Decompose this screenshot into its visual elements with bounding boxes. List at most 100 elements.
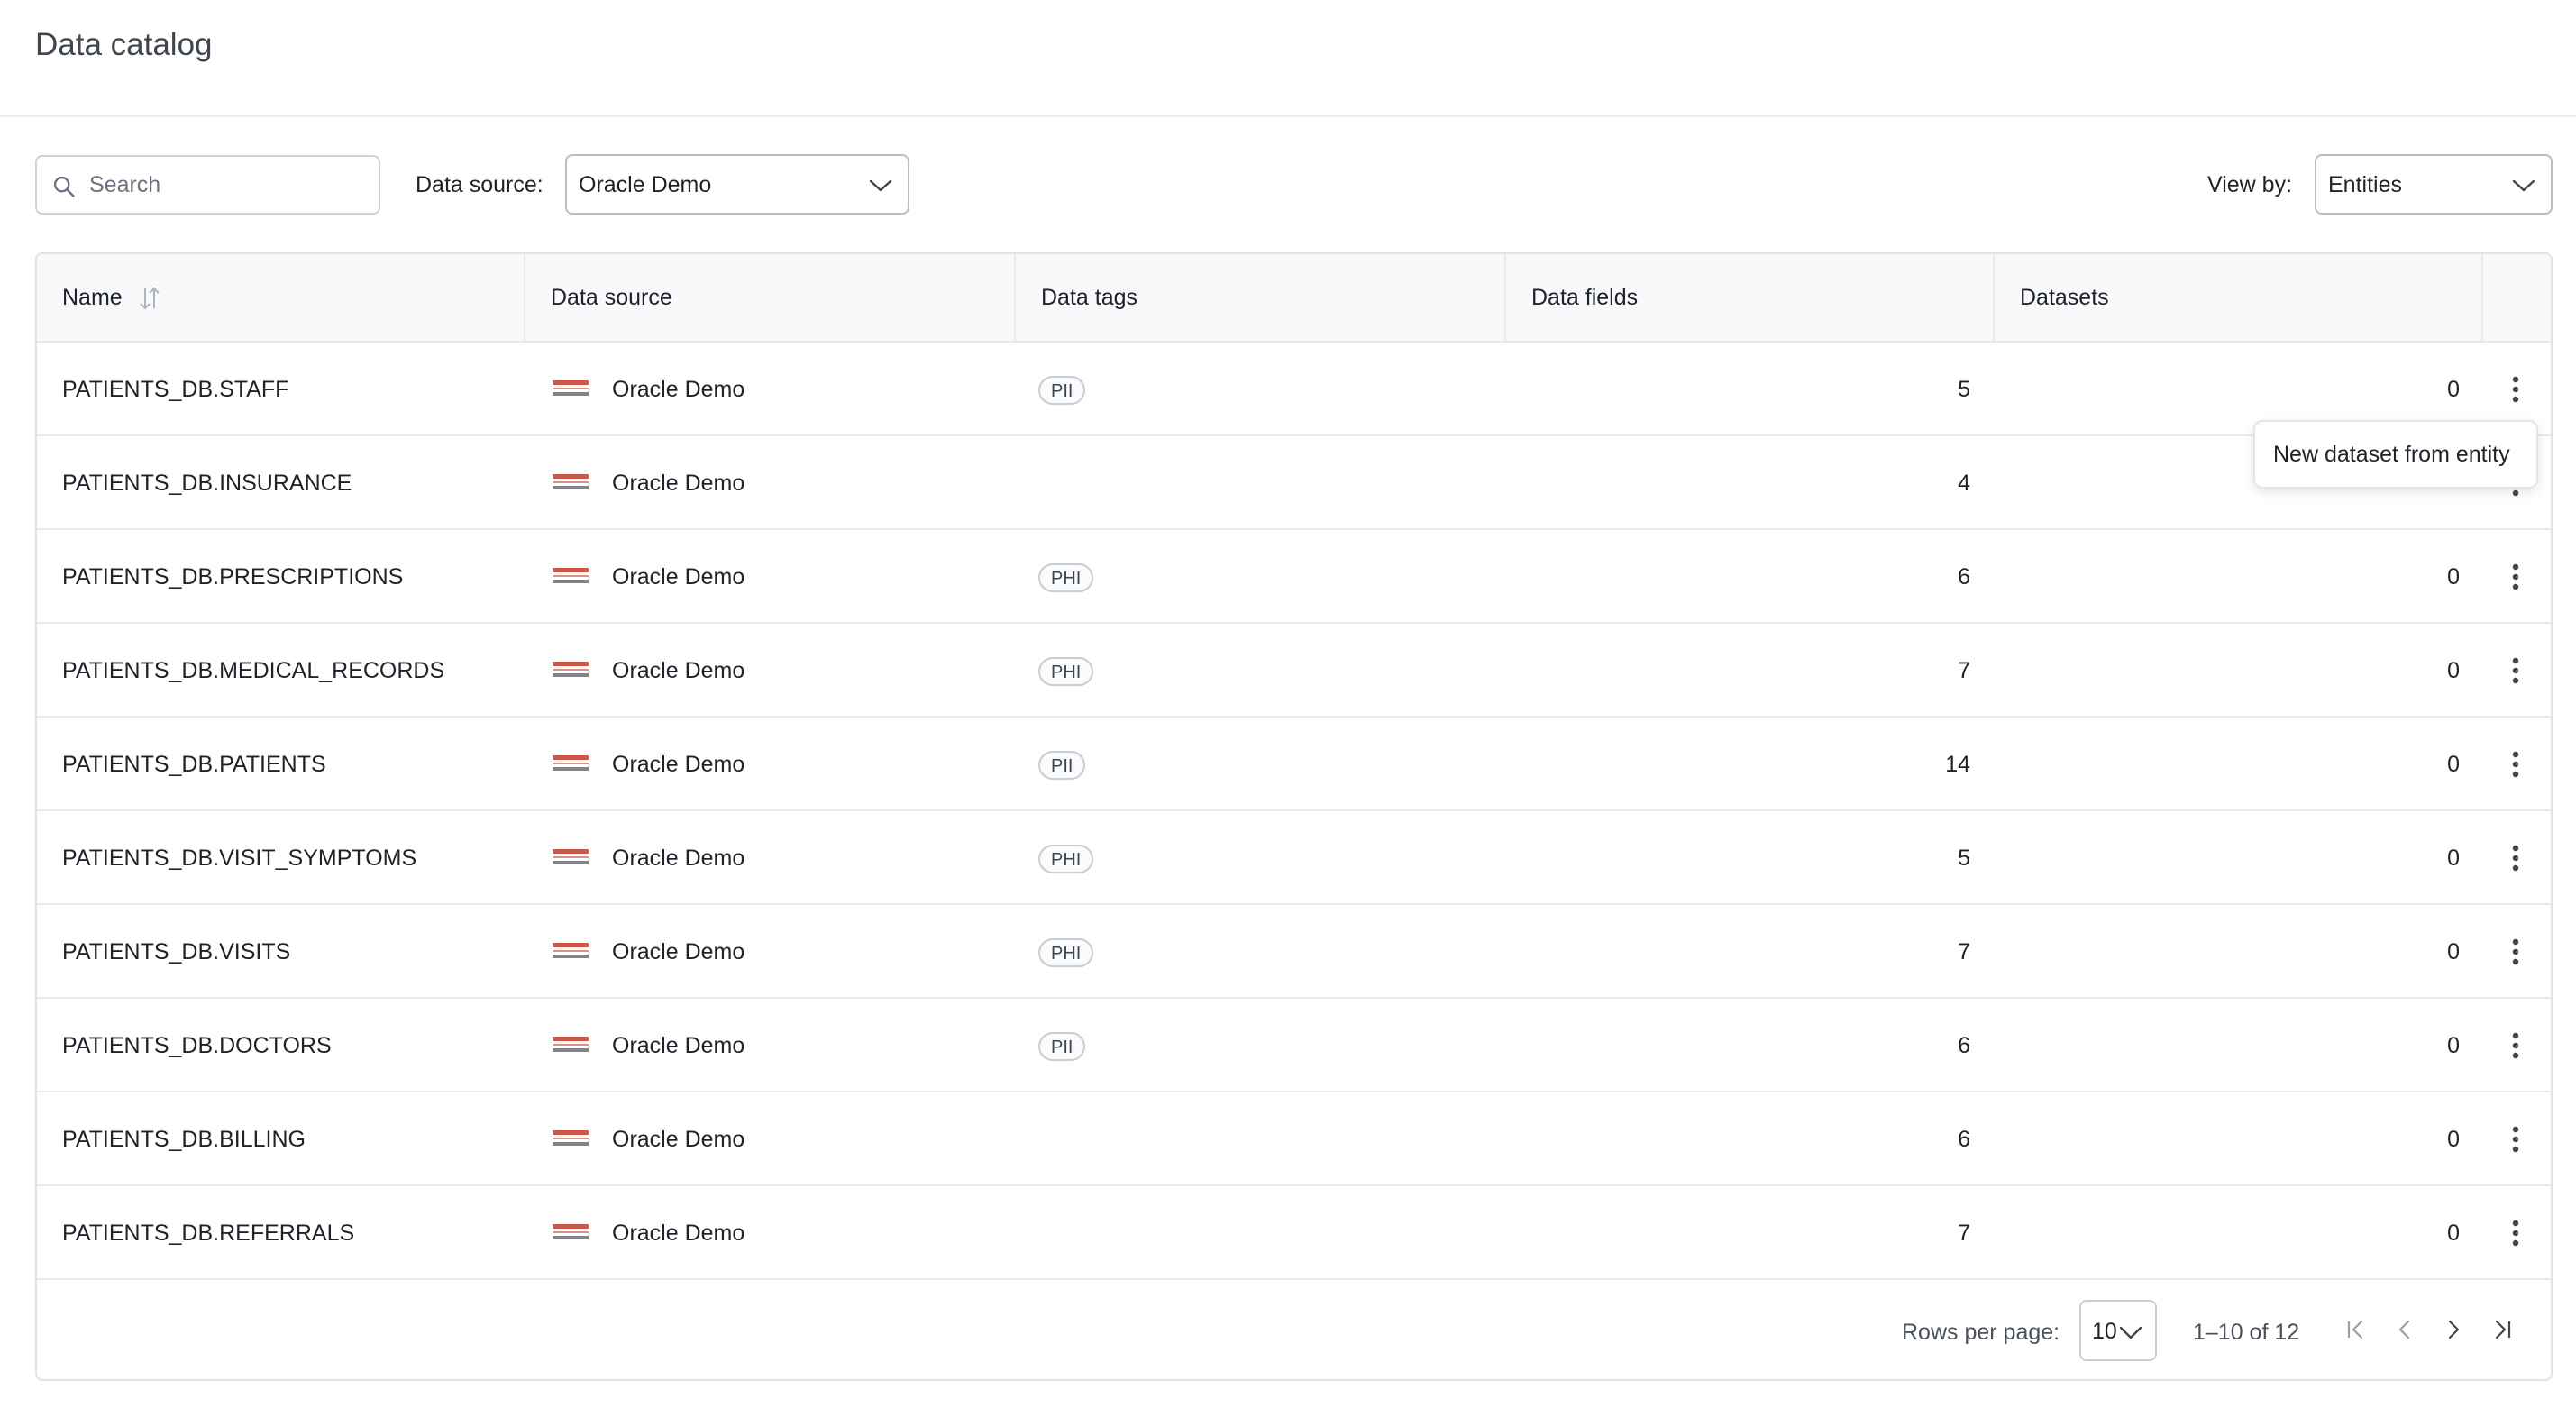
oracle-database-logo — [553, 568, 589, 583]
data-table: Name Data source Data tags Data fields D… — [35, 252, 2553, 1381]
data-fields-count: 5 — [1958, 846, 1970, 871]
data-source-select[interactable]: Oracle Demo — [565, 154, 909, 215]
entity-name[interactable]: PATIENTS_DB.REFERRALS — [62, 1186, 354, 1280]
datasets-count: 0 — [2447, 1033, 2460, 1058]
entity-name[interactable]: PATIENTS_DB.BILLING — [62, 1092, 306, 1186]
oracle-database-logo — [553, 1037, 589, 1052]
prev-page-icon[interactable] — [2389, 1314, 2420, 1345]
data-source-name: Oracle Demo — [612, 471, 745, 496]
datasets-count: 0 — [2447, 658, 2460, 683]
next-page-icon[interactable] — [2438, 1314, 2469, 1345]
datasets-count: 0 — [2447, 1220, 2460, 1246]
datasets-count: 0 — [2447, 1127, 2460, 1152]
data-tag-badge: PII — [1038, 1032, 1086, 1062]
entity-name[interactable]: PATIENTS_DB.INSURANCE — [62, 436, 352, 530]
more-vertical-icon[interactable] — [2499, 1123, 2532, 1156]
table-row[interactable]: PATIENTS_DB.REFERRALS Oracle Demo 7 0 — [37, 1186, 2551, 1280]
data-fields-count: 6 — [1958, 1127, 1970, 1152]
data-tags-cell: PII — [1038, 999, 1086, 1092]
more-vertical-icon[interactable] — [2499, 1217, 2532, 1249]
chevron-down-icon — [869, 179, 892, 192]
oracle-database-logo — [553, 1224, 589, 1239]
last-page-icon[interactable] — [2487, 1314, 2517, 1345]
oracle-database-logo — [553, 849, 589, 864]
pagination-range: 1–10 of 12 — [2193, 1320, 2300, 1345]
data-fields-count: 7 — [1958, 1220, 1970, 1246]
entity-name[interactable]: PATIENTS_DB.VISIT_SYMPTOMS — [62, 811, 416, 905]
data-tags-cell: PHI — [1038, 530, 1094, 624]
data-tag-badge: PII — [1038, 376, 1086, 406]
view-by-value: Entities — [2328, 172, 2402, 197]
entity-name[interactable]: PATIENTS_DB.PATIENTS — [62, 718, 326, 811]
more-vertical-icon[interactable] — [2499, 1029, 2532, 1062]
data-tags-cell: PII — [1038, 718, 1086, 811]
table-row[interactable]: PATIENTS_DB.BILLING Oracle Demo 6 0 — [37, 1092, 2551, 1186]
rows-per-page-label: Rows per page: — [1902, 1320, 2060, 1345]
datasets-count: 0 — [2447, 752, 2460, 777]
more-vertical-icon[interactable] — [2499, 654, 2532, 687]
search-icon — [53, 176, 75, 197]
rows-per-page-select[interactable]: 10 — [2079, 1300, 2157, 1361]
data-fields-count: 5 — [1958, 377, 1970, 402]
table-row[interactable]: PATIENTS_DB.VISIT_SYMPTOMS Oracle Demo PHI… — [37, 811, 2551, 905]
oracle-database-logo — [553, 1130, 589, 1146]
data-source-name: Oracle Demo — [612, 377, 745, 402]
table-row[interactable]: PATIENTS_DB.MEDICAL_RECORDS Oracle Demo PH… — [37, 624, 2551, 718]
data-tags-cell: PHI — [1038, 811, 1094, 905]
first-page-icon[interactable] — [2341, 1314, 2371, 1345]
datasets-count: 0 — [2447, 564, 2460, 590]
entity-name[interactable]: PATIENTS_DB.VISITS — [62, 905, 290, 999]
column-header-actions — [2483, 254, 2551, 341]
data-source-name: Oracle Demo — [612, 1033, 745, 1058]
oracle-database-logo — [553, 474, 589, 489]
column-header-datasets: Datasets — [1995, 254, 2483, 341]
data-fields-count: 7 — [1958, 658, 1970, 683]
data-source-label: Data source: — [416, 172, 544, 197]
column-header-data-source: Data source — [525, 254, 1016, 341]
more-vertical-icon[interactable] — [2499, 748, 2532, 781]
data-source-name: Oracle Demo — [612, 658, 745, 683]
data-source-name: Oracle Demo — [612, 939, 745, 964]
data-fields-count: 14 — [1945, 752, 1970, 777]
table-row[interactable]: PATIENTS_DB.STAFF Oracle Demo PII 5 0 — [37, 343, 2551, 436]
data-tag-badge: PHI — [1038, 563, 1094, 593]
entity-name[interactable]: PATIENTS_DB.DOCTORS — [62, 999, 332, 1092]
datasets-count: 0 — [2447, 939, 2460, 964]
data-fields-count: 4 — [1958, 471, 1970, 496]
entity-name[interactable]: PATIENTS_DB.MEDICAL_RECORDS — [62, 624, 444, 718]
more-vertical-icon[interactable] — [2499, 936, 2532, 968]
data-tag-badge: PHI — [1038, 845, 1094, 874]
view-by-select[interactable]: Entities — [2315, 154, 2553, 215]
column-header-name[interactable]: Name — [37, 254, 525, 341]
row-actions-menu: New dataset from entity — [2253, 420, 2538, 489]
table-row[interactable]: PATIENTS_DB.DOCTORS Oracle Demo PII 6 0 — [37, 999, 2551, 1092]
data-source-value: Oracle Demo — [579, 172, 712, 197]
data-fields-count: 7 — [1958, 939, 1970, 964]
rows-per-page-value: 10 — [2092, 1319, 2117, 1344]
more-vertical-icon[interactable] — [2499, 373, 2532, 406]
data-tag-badge: PII — [1038, 751, 1086, 781]
page-title: Data catalog — [35, 27, 213, 62]
oracle-database-logo — [553, 755, 589, 771]
data-source-name: Oracle Demo — [612, 564, 745, 590]
data-source-name: Oracle Demo — [612, 752, 745, 777]
entity-name[interactable]: PATIENTS_DB.STAFF — [62, 343, 288, 436]
table-row[interactable]: PATIENTS_DB.PRESCRIPTIONS Oracle Demo PHI 6… — [37, 530, 2551, 624]
menu-item-new-dataset[interactable]: New dataset from entity — [2273, 442, 2510, 468]
column-header-name-label: Name — [62, 285, 123, 310]
entity-name[interactable]: PATIENTS_DB.PRESCRIPTIONS — [62, 530, 403, 624]
table-row[interactable]: PATIENTS_DB.INSURANCE Oracle Demo 4 — [37, 436, 2551, 530]
data-tag-badge: PHI — [1038, 657, 1094, 687]
more-vertical-icon[interactable] — [2499, 842, 2532, 874]
page-header: Data catalog — [0, 0, 2576, 117]
more-vertical-icon[interactable] — [2499, 561, 2532, 593]
sort-icon[interactable] — [138, 285, 161, 312]
search-box[interactable] — [35, 155, 380, 215]
data-fields-count: 6 — [1958, 564, 1970, 590]
table-row[interactable]: PATIENTS_DB.PATIENTS Oracle Demo PII 14 0 — [37, 718, 2551, 811]
table-row[interactable]: PATIENTS_DB.VISITS Oracle Demo PHI 7 0 — [37, 905, 2551, 999]
oracle-database-logo — [553, 662, 589, 677]
chevron-down-icon — [2119, 1326, 2142, 1339]
data-tags-cell: PII — [1038, 343, 1086, 436]
search-input[interactable] — [87, 159, 371, 211]
